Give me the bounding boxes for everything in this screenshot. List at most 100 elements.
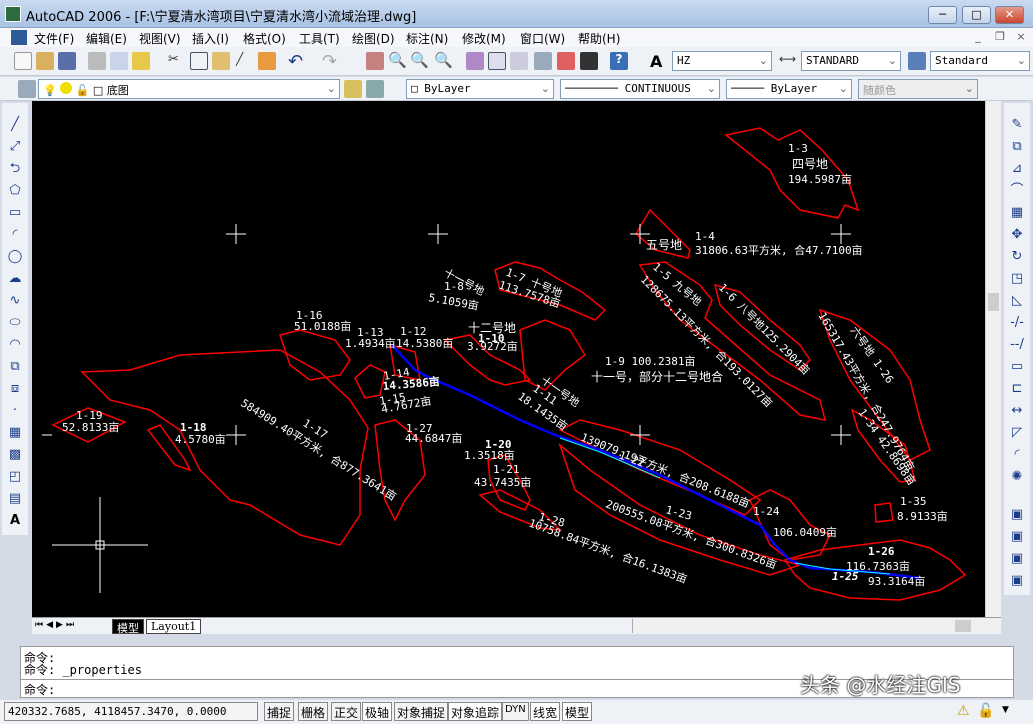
undo-icon[interactable]: ↶ [288, 51, 306, 72]
status-menu-arrow-icon[interactable]: ▼ [1002, 705, 1009, 715]
dim-style-select[interactable]: STANDARD ⌄ [801, 51, 901, 71]
erase-icon[interactable]: ✎ [1009, 117, 1025, 133]
drawing-area[interactable]: 1-3 四号地 194.5987亩 1-4 五号地 31806.63平方米, 合… [32, 101, 985, 617]
ortho-toggle[interactable]: 正交 [331, 702, 362, 721]
menu-tools[interactable]: 工具(T) [299, 30, 340, 47]
rotate-icon[interactable]: ↻ [1009, 249, 1025, 265]
scroll-thumb[interactable] [955, 620, 971, 632]
extend-icon[interactable]: --/ [1009, 337, 1025, 353]
menu-insert[interactable]: 插入(I) [192, 30, 229, 47]
polar-toggle[interactable]: 极轴 [362, 702, 393, 721]
lineweight-toggle[interactable]: 线宽 [530, 702, 561, 721]
command-prompt[interactable]: 命令: [24, 681, 55, 698]
tab-navigation-arrows[interactable]: ⏮◀▶⏭ [35, 620, 77, 630]
mdi-minimize-button[interactable]: _ [970, 30, 986, 45]
make-block-icon[interactable]: ⧈ [7, 381, 23, 397]
parcel-1-5[interactable] [638, 261, 827, 421]
zoom-window-icon[interactable]: 🔍 [410, 51, 429, 69]
send-to-back-icon[interactable]: ▣ [1009, 551, 1025, 567]
match-properties-icon[interactable]: ╱ [236, 52, 254, 70]
bring-above-icon[interactable]: ▣ [1009, 573, 1025, 589]
toolbar-lock-icon[interactable]: 🔓 [977, 703, 994, 719]
paste-icon[interactable] [212, 52, 230, 70]
join-icon[interactable]: ↔ [1009, 403, 1025, 419]
offset-icon[interactable]: ⌒ [1009, 183, 1025, 199]
menu-edit[interactable]: 编辑(E) [86, 30, 127, 47]
linetype-select[interactable]: ──────── CONTINUOUS ⌄ [560, 79, 720, 99]
trim-icon[interactable]: -/- [1009, 315, 1025, 331]
menu-dimension[interactable]: 标注(N) [406, 30, 448, 47]
plot-icon[interactable] [88, 52, 106, 70]
ellipse-icon[interactable]: ⬭ [7, 315, 23, 331]
cut-icon[interactable]: ✂ [168, 52, 186, 70]
scale-icon[interactable]: ◳ [1009, 271, 1025, 287]
menu-file[interactable]: 文件(F) [34, 30, 74, 47]
insert-block-icon[interactable]: ⧉ [7, 359, 23, 375]
zoom-previous-icon[interactable]: 🔍 [434, 51, 453, 69]
mdi-close-button[interactable]: × [1013, 30, 1029, 45]
layer-thaw-sun-icon[interactable] [60, 82, 73, 94]
menu-window[interactable]: 窗口(W) [520, 30, 565, 47]
horizontal-scrollbar[interactable] [632, 619, 1000, 633]
region-icon[interactable]: ◰ [7, 469, 23, 485]
multiline-text-icon[interactable]: A [7, 513, 23, 529]
sheet-set-icon[interactable] [534, 52, 552, 70]
revision-cloud-icon[interactable]: ☁ [7, 271, 23, 287]
osnap-toggle[interactable]: 对象捕捉 [394, 702, 449, 721]
bring-to-front-icon[interactable]: ▣ [1009, 529, 1025, 545]
publish-icon[interactable] [132, 52, 150, 70]
explode-icon[interactable]: ✺ [1009, 469, 1025, 485]
otrack-toggle[interactable]: 对象追踪 [448, 702, 503, 721]
layer-on-bulb-icon[interactable]: 💡 [43, 84, 57, 97]
move-icon[interactable]: ✥ [1009, 227, 1025, 243]
design-center-icon[interactable] [488, 52, 506, 70]
command-window[interactable]: 命令: 命令: _properties 命令: 头条 @水经注GIS [20, 646, 1014, 698]
close-button[interactable]: ✕ [995, 6, 1024, 24]
break-at-point-icon[interactable]: ▭ [1009, 359, 1025, 375]
copy-object-icon[interactable]: ⧉ [1009, 139, 1025, 155]
vertical-scrollbar[interactable] [985, 101, 1001, 617]
dyn-toggle[interactable]: DYN [502, 702, 529, 721]
point-icon[interactable]: · [7, 403, 23, 419]
mirror-icon[interactable]: ⊿ [1009, 161, 1025, 177]
ellipse-arc-icon[interactable]: ◠ [7, 337, 23, 353]
minimize-button[interactable]: ─ [928, 6, 957, 24]
open-icon[interactable] [36, 52, 54, 70]
draw-order-icon[interactable]: ▣ [1009, 507, 1025, 523]
new-icon[interactable] [14, 52, 32, 70]
copy-icon[interactable] [190, 52, 208, 70]
polygon-icon[interactable]: ⬠ [7, 183, 23, 199]
circle-icon[interactable]: ◯ [7, 249, 23, 265]
tab-model[interactable]: 模型 [112, 619, 144, 635]
make-current-layer-icon[interactable] [344, 80, 362, 98]
spline-icon[interactable]: ∿ [7, 293, 23, 309]
snap-toggle[interactable]: 捕捉 [264, 702, 295, 721]
parcel-1-24[interactable] [749, 489, 832, 561]
menu-modify[interactable]: 修改(M) [462, 30, 506, 47]
layer-previous-icon[interactable] [366, 80, 384, 98]
pan-icon[interactable] [366, 52, 384, 70]
stretch-icon[interactable]: ◺ [1009, 293, 1025, 309]
arc-icon[interactable]: ◜ [7, 227, 23, 243]
chamfer-icon[interactable]: ◸ [1009, 425, 1025, 441]
layer-lock-icon[interactable]: 🔓 [76, 84, 90, 97]
calculator-icon[interactable] [580, 52, 598, 70]
save-icon[interactable] [58, 52, 76, 70]
maximize-button[interactable]: □ [962, 6, 991, 24]
layer-color-swatch[interactable]: □ [93, 84, 103, 97]
fillet-icon[interactable]: ◜ [1009, 447, 1025, 463]
gradient-icon[interactable]: ▩ [7, 447, 23, 463]
parcel-1-14[interactable] [354, 364, 386, 399]
parcel-1-35[interactable] [874, 502, 894, 523]
table-style-select[interactable]: Standard ⌄ [930, 51, 1030, 71]
menu-format[interactable]: 格式(O) [243, 30, 286, 47]
tool-palettes-icon[interactable] [510, 52, 528, 70]
communication-center-icon[interactable]: ⚠ [957, 703, 970, 719]
grid-toggle[interactable]: 栅格 [298, 702, 329, 721]
model-toggle[interactable]: 模型 [562, 702, 593, 721]
hatch-icon[interactable]: ▦ [7, 425, 23, 441]
array-icon[interactable]: ▦ [1009, 205, 1025, 221]
zoom-realtime-icon[interactable]: 🔍 [388, 51, 407, 69]
markup-icon[interactable] [557, 52, 575, 70]
block-editor-icon[interactable] [258, 52, 276, 70]
